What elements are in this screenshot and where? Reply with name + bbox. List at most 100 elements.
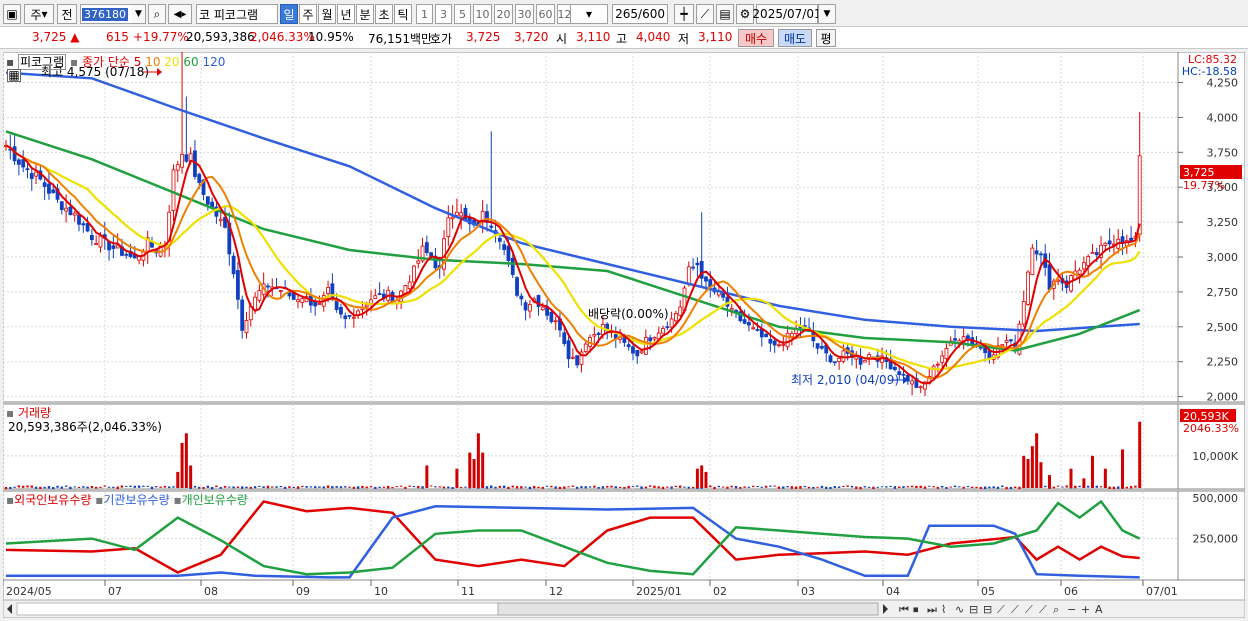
volume-bar bbox=[322, 486, 325, 489]
settings-icon[interactable]: ⚙ bbox=[736, 4, 754, 24]
price-panel-title[interactable]: 피코그램 bbox=[17, 54, 67, 70]
chart-control-icon-9[interactable]: ⟋ bbox=[1025, 603, 1033, 616]
candle-body bbox=[29, 173, 34, 179]
interval-5[interactable]: 5 bbox=[454, 4, 471, 24]
count-input[interactable]: 265/600 bbox=[612, 4, 668, 24]
speaker-icon[interactable]: ◀▸ bbox=[168, 4, 192, 24]
market-select[interactable]: 주 ▾ bbox=[24, 4, 54, 24]
period-2[interactable]: 월 bbox=[318, 4, 336, 24]
chart-area[interactable]: 2024/05 07 08 09 10 11 12 2025/01 02 03 04 05 06 07/0… bbox=[2, 37, 1246, 619]
chart-control-icon-11[interactable]: ⌕ bbox=[1053, 603, 1059, 616]
candle-body bbox=[858, 356, 863, 365]
tool-icon[interactable]: ⟋ bbox=[696, 4, 714, 24]
candle-body bbox=[944, 348, 949, 359]
chart-control-icon-12[interactable]: − bbox=[1067, 603, 1076, 616]
chart-control-icon-6[interactable]: ⊟ bbox=[983, 603, 992, 616]
candle-body bbox=[98, 235, 103, 248]
volume-panel-value: 20,593,386주(2,046.33%) bbox=[8, 420, 162, 434]
holdings-legend-1[interactable]: 기관보유수량 bbox=[103, 493, 173, 507]
date-dropdown-icon[interactable]: ▼ bbox=[818, 4, 836, 24]
interval-10[interactable]: 10 bbox=[473, 4, 492, 24]
chart-control-icon-7[interactable]: ⟋ bbox=[997, 603, 1005, 616]
candle-body bbox=[21, 159, 26, 168]
volume-bar bbox=[734, 486, 738, 489]
period-1[interactable]: 주 bbox=[299, 4, 317, 24]
chart-control-icon-10[interactable]: ⟋ bbox=[1039, 603, 1047, 616]
eval-button[interactable]: 평 bbox=[816, 29, 836, 47]
quote-bar: 3,725 ▲ 615 +19.77% 20,593,386 2,046.33%… bbox=[0, 27, 1248, 49]
chart-control-icon-2[interactable]: ⏭ bbox=[927, 603, 937, 616]
chart-control-icon-5[interactable]: ⊟ bbox=[969, 603, 978, 616]
interval-20[interactable]: 20 bbox=[494, 4, 513, 24]
chart-control-icon-14[interactable]: A bbox=[1095, 603, 1103, 616]
interval-dropdown[interactable]: ▾ bbox=[570, 4, 608, 24]
volume-bar bbox=[747, 486, 751, 488]
candle-body bbox=[626, 344, 631, 348]
volume-bar bbox=[695, 468, 699, 488]
candle-body bbox=[652, 337, 657, 340]
volume-bar bbox=[202, 486, 205, 489]
chart-control-icon-4[interactable]: ∿ bbox=[955, 603, 964, 616]
table-icon[interactable]: ▦ bbox=[7, 69, 21, 82]
holdings-legend-2[interactable]: 개인보유수량 bbox=[182, 493, 248, 507]
volume-bar bbox=[773, 485, 776, 487]
volume-bar bbox=[610, 485, 613, 488]
chart-control-icon-13[interactable]: + bbox=[1081, 603, 1090, 616]
volume-bar bbox=[614, 486, 617, 489]
period-3[interactable]: 년 bbox=[337, 4, 355, 24]
period-6[interactable]: 틱 bbox=[394, 4, 412, 24]
vol-last-pct: 2046.33% bbox=[1183, 422, 1239, 435]
chart-control-icon-0[interactable]: ⏮ bbox=[899, 603, 909, 616]
y-tick-label-4: 3,000 bbox=[1207, 251, 1239, 264]
sell-button[interactable]: 매도 bbox=[778, 29, 812, 47]
volume-value: 20,593,386 bbox=[186, 30, 255, 44]
period-0[interactable]: 일 bbox=[280, 4, 298, 24]
volume-bar bbox=[485, 486, 489, 489]
hc-label: HC:-18.58 bbox=[1181, 65, 1237, 78]
buy-button[interactable]: 매수 bbox=[738, 29, 774, 47]
volume-bar bbox=[1005, 486, 1008, 490]
interval-1[interactable]: 1 bbox=[416, 4, 433, 24]
candle-body bbox=[300, 298, 305, 303]
candle-body bbox=[339, 307, 343, 315]
candle-type-icon[interactable]: ┿ bbox=[674, 4, 694, 24]
volume-bar bbox=[245, 486, 248, 489]
volume-bar bbox=[26, 485, 29, 488]
volume-bar bbox=[1086, 485, 1090, 488]
date-input[interactable]: 2025/07/01 bbox=[752, 4, 822, 24]
volume-bar bbox=[490, 485, 493, 489]
interval-3[interactable]: 3 bbox=[435, 4, 452, 24]
prev-button[interactable]: 전 bbox=[57, 4, 77, 24]
interval-30[interactable]: 30 bbox=[515, 4, 534, 24]
y-tick-label-8: 4,000 bbox=[1207, 111, 1239, 124]
stock-name-box[interactable]: 코 피코그램 bbox=[196, 4, 278, 24]
candle-body bbox=[450, 216, 455, 220]
x-tick-label-6: 12 bbox=[549, 585, 563, 598]
holdings-legend-0[interactable]: 외국인보유수량 bbox=[14, 493, 95, 507]
candle-body bbox=[519, 295, 524, 300]
volume-bar bbox=[880, 486, 884, 488]
ask-price: 3,725 bbox=[466, 30, 501, 44]
candle-body bbox=[1039, 253, 1043, 256]
interval-60[interactable]: 60 bbox=[536, 4, 555, 24]
chart-menu-icon[interactable]: ▣ bbox=[3, 4, 21, 24]
code-dropdown-icon[interactable]: ▼ bbox=[132, 4, 146, 24]
volume-bar bbox=[520, 486, 523, 489]
candle-body bbox=[523, 302, 528, 311]
period-5[interactable]: 초 bbox=[375, 4, 393, 24]
volume-bar bbox=[575, 486, 579, 489]
y-tick-label-5: 3,250 bbox=[1207, 216, 1239, 229]
candle-body bbox=[407, 281, 412, 290]
candle-body bbox=[570, 356, 575, 359]
vol-tick-label: 10,000K bbox=[1192, 450, 1238, 463]
chart-control-icon-8[interactable]: ⟋ bbox=[1011, 603, 1019, 616]
period-4[interactable]: 분 bbox=[356, 4, 374, 24]
volume-bar bbox=[223, 485, 227, 488]
save-icon[interactable]: ▤ bbox=[716, 4, 734, 24]
candle-body bbox=[184, 154, 189, 162]
chart-control-icon-1[interactable]: ⏹ bbox=[913, 603, 919, 616]
chart-control-icon-3[interactable]: ⌇ bbox=[941, 603, 946, 616]
volume-bar bbox=[876, 486, 879, 488]
volume-bar bbox=[507, 486, 510, 489]
search-icon[interactable]: ⌕ bbox=[148, 4, 166, 24]
